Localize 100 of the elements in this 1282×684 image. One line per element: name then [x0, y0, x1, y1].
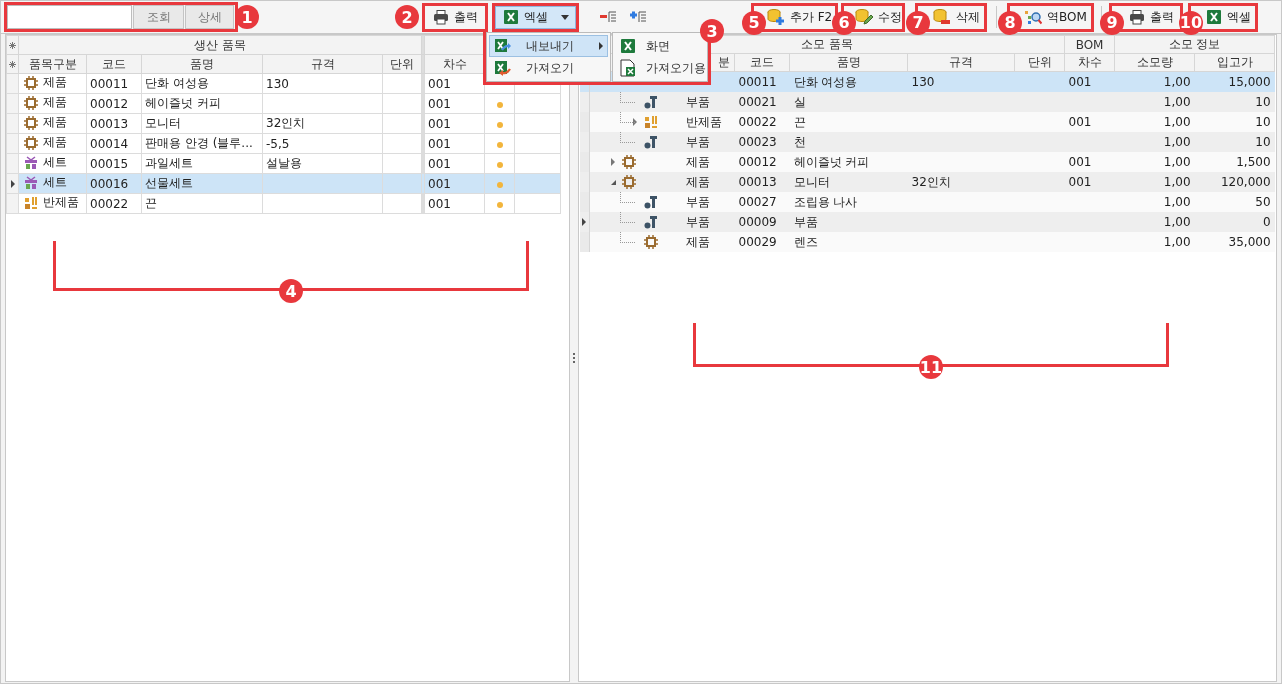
table-cell: 10: [1255, 135, 1271, 149]
column-header: 품목구분: [28, 56, 77, 71]
table-cell: 제품: [685, 154, 710, 169]
table-cell: 끈: [145, 196, 157, 210]
table-row[interactable]: 제품 00012 헤이즐넛 커피 001: [6, 93, 561, 114]
table-cell: 00029: [738, 235, 777, 249]
table-cell: 1,00: [1163, 195, 1191, 209]
table-cell: 1,00: [1163, 235, 1191, 249]
table-cell: 001: [1068, 155, 1092, 169]
table-cell: 제품: [685, 234, 710, 249]
table-cell: 00012: [90, 96, 129, 111]
step-badge: 6: [832, 10, 856, 35]
table-cell: 1,00: [1163, 75, 1191, 89]
step-badge: 5: [742, 10, 766, 35]
table-cell: 조립용 나사: [793, 194, 858, 209]
document-spreadsheet-icon: [620, 59, 636, 77]
table-row[interactable]: 부품 00009 부품 1,00 0: [579, 212, 1275, 232]
table-cell: 00027: [738, 195, 777, 209]
toolbar-button[interactable]: 수정: [854, 5, 902, 29]
search-field[interactable]: [7, 5, 132, 29]
bolt-icon: [644, 95, 658, 109]
column-header: 코드: [102, 56, 126, 71]
table-cell: 실: [793, 94, 806, 109]
table-cell: 001: [428, 116, 451, 131]
table-row[interactable]: 제품 00014 판매용 안경 (블루... -5,5 001: [6, 133, 561, 154]
database-remove-icon: [932, 8, 951, 26]
menu-item[interactable]: 내보내기: [489, 35, 608, 57]
table-cell: 선물세트: [145, 176, 193, 190]
row-pointer-icon: [10, 179, 15, 188]
printer-icon: [1128, 9, 1145, 25]
step-badge: 4: [279, 279, 303, 303]
table-cell: 헤이즐넛 커피: [793, 154, 870, 169]
table-row[interactable]: 제품 00012 헤이즐넛 커피 001 1,00 1,500: [579, 152, 1275, 172]
column-header: 단위: [1027, 55, 1052, 69]
column-header: 소모 품목: [801, 37, 853, 51]
bolt-icon: [644, 135, 658, 149]
blocks-icon: [644, 115, 658, 129]
table-cell: 1,00: [1163, 175, 1191, 189]
table-row[interactable]: 반제품 00022 끈 001 1,00 10: [579, 112, 1275, 132]
column-header: 품명: [836, 55, 861, 69]
table-cell: 00022: [738, 115, 777, 129]
toolbar-button[interactable]: 조회: [133, 5, 184, 29]
column-header: 생산 품목: [194, 37, 246, 52]
table-row[interactable]: 제품 00013 모니터 32인치 001 1,00 120,000: [579, 172, 1275, 192]
table-cell: 001: [1068, 115, 1092, 129]
column-header: 코드: [750, 55, 774, 69]
step-badge: 9: [1100, 10, 1124, 35]
expand-rows-icon: [629, 10, 647, 24]
toolbar-button[interactable]: 역BOM: [1020, 5, 1091, 29]
toolbar-button[interactable]: 출력: [425, 5, 485, 29]
table-cell: 32인치: [266, 116, 306, 130]
toolbar-button[interactable]: 엑셀: [1201, 5, 1255, 29]
spreadsheet-import-icon: [494, 60, 512, 76]
spreadsheet-export-icon: [494, 38, 512, 54]
table-row[interactable]: 제품 00013 모니터 32인치 001: [6, 113, 561, 134]
table-row[interactable]: 부품 00023 천 1,00 10: [579, 132, 1275, 152]
chip-icon: [24, 75, 38, 90]
table-cell: 제품: [685, 174, 710, 189]
column-header: 차수: [442, 56, 467, 71]
toolbar-button[interactable]: 엑셀: [495, 5, 576, 29]
table-cell: 제품: [43, 74, 67, 92]
step-badge: 2: [395, 5, 419, 29]
table-cell: 설날용: [266, 156, 302, 170]
table-row[interactable]: 반제품 00022 끈 001: [6, 193, 561, 214]
step-badge: 7: [906, 10, 930, 35]
table-cell: 10: [1255, 95, 1271, 109]
toolbar-button[interactable]: 출력: [1122, 5, 1180, 29]
table-row[interactable]: 세트 00016 선물세트 001: [6, 173, 561, 194]
table-cell: 반제품: [685, 114, 722, 129]
chip-icon: [622, 175, 636, 189]
column-header: 차수: [1077, 55, 1102, 69]
column-header: 품명: [190, 56, 214, 71]
table-cell: 제품: [43, 114, 67, 132]
table-cell: 130: [266, 76, 289, 91]
table-cell: 제품: [43, 94, 67, 112]
table-cell: 판매용 안경 (블루...: [145, 136, 253, 150]
asterisk-icon: [9, 42, 16, 49]
table-cell: 15,000: [1228, 75, 1271, 89]
table-cell: 00012: [738, 155, 777, 169]
toolbar-button[interactable]: 상세: [185, 5, 234, 29]
table-cell: 130: [911, 75, 935, 89]
table-cell: 헤이즐넛 커피: [145, 96, 221, 110]
column-header: 소모 정보: [1168, 37, 1221, 51]
table-cell: 001: [428, 196, 451, 211]
table-cell: 00015: [90, 156, 129, 171]
table-cell: 001: [428, 156, 451, 171]
table-cell: 001: [428, 176, 451, 191]
table-cell: 00023: [738, 135, 777, 149]
toolbar-button[interactable]: 삭제: [928, 5, 984, 29]
table-cell: 001: [428, 96, 451, 111]
table-row[interactable]: 세트 00015 과일세트 설날용 001: [6, 153, 561, 174]
table-row[interactable]: 제품 00029 렌즈 1,00 35,000: [579, 232, 1275, 252]
table-cell: 세트: [43, 174, 67, 192]
step-badge: 8: [998, 10, 1022, 35]
spreadsheet-icon: [1205, 9, 1222, 25]
tree-search-icon: [1024, 9, 1043, 25]
table-cell: 천: [793, 134, 806, 149]
table-row[interactable]: 부품 00021 실 1,00 10: [579, 92, 1275, 112]
table-cell: 부품: [685, 134, 710, 149]
table-row[interactable]: 부품 00027 조립용 나사 1,00 50: [579, 192, 1275, 212]
